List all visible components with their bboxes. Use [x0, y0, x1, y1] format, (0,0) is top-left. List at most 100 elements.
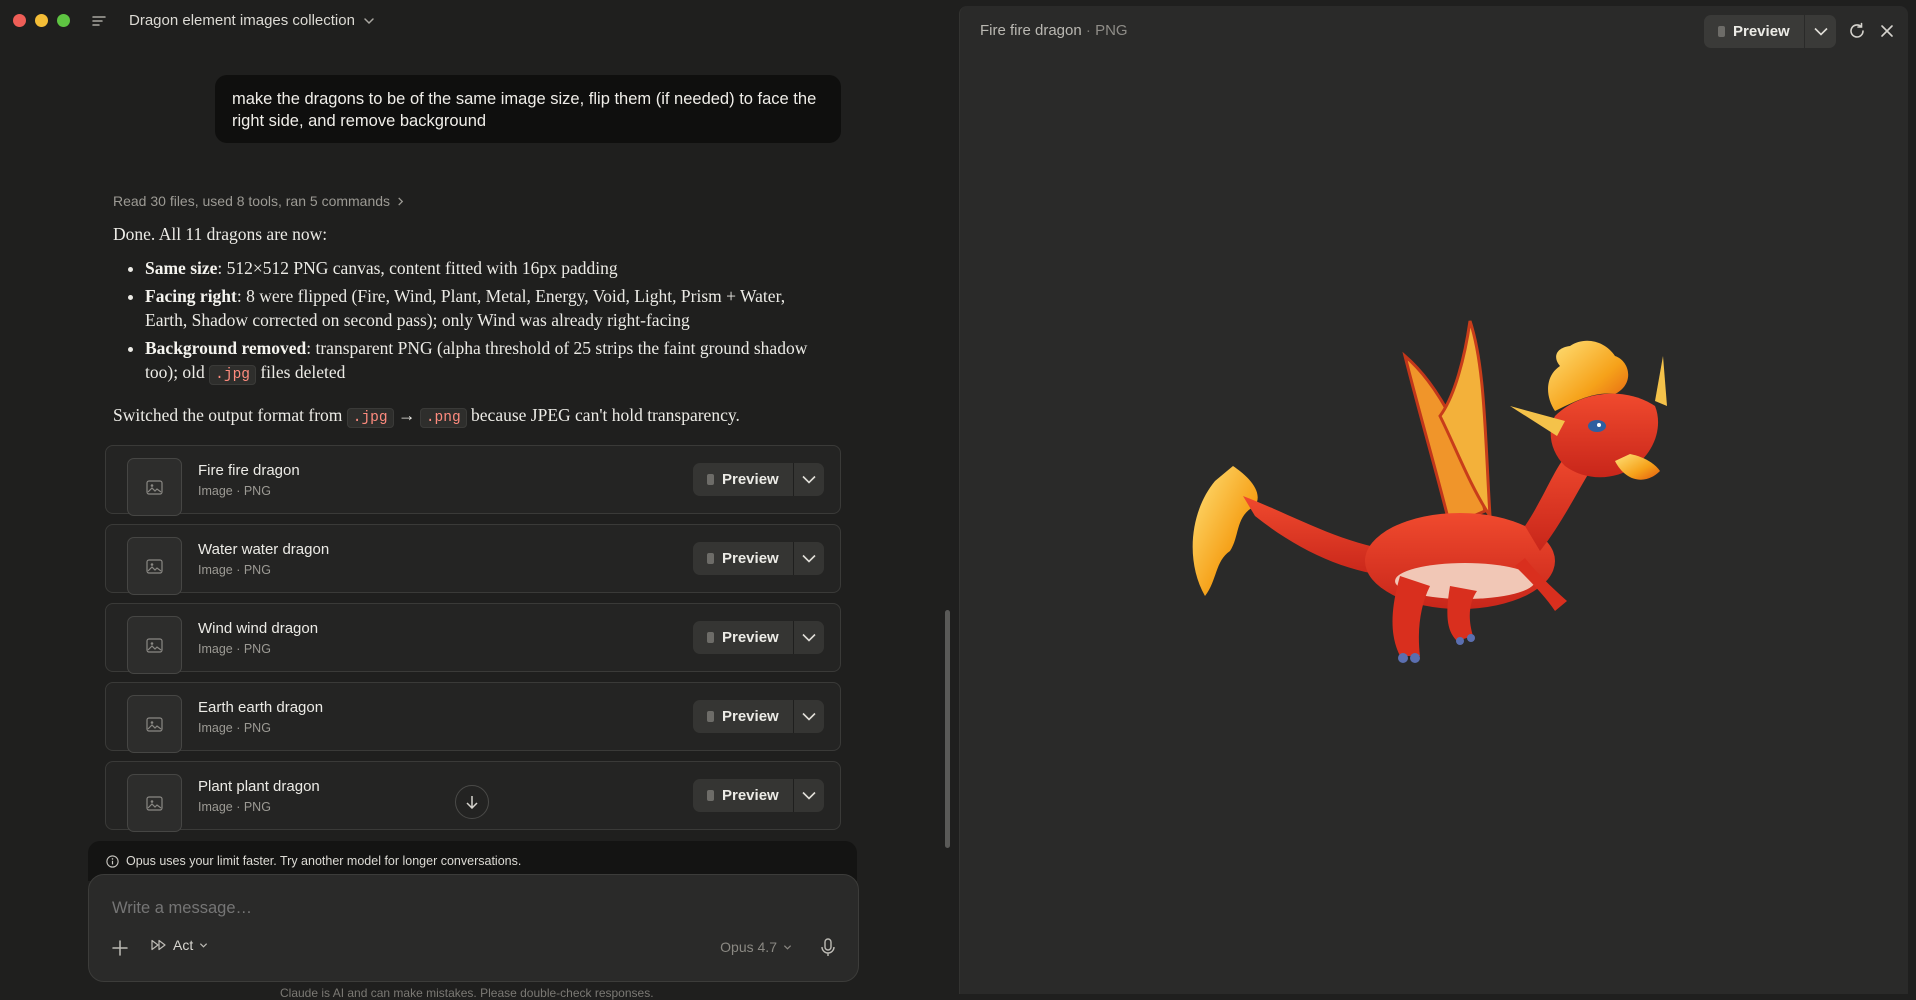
dragon-image — [1192, 320, 1667, 663]
minimize-window-button[interactable] — [35, 14, 48, 27]
file-card[interactable]: Wind wind dragon Image · PNG Preview — [105, 603, 841, 674]
file-meta: Image · PNG — [198, 800, 271, 814]
chat-title: Dragon element images collection — [129, 12, 355, 29]
scrollbar[interactable] — [945, 610, 950, 848]
file-name: Plant plant dragon — [198, 778, 320, 795]
model-selector[interactable]: Opus 4.7 — [720, 939, 792, 955]
app-icon — [707, 711, 714, 722]
preview-label: Preview — [722, 471, 779, 488]
chat-title-dropdown[interactable]: Dragon element images collection — [129, 12, 375, 29]
file-thumbnail — [127, 695, 182, 753]
app-icon — [1718, 26, 1725, 37]
message-composer: Act Opus 4.7 — [88, 874, 859, 982]
preview-pane: Fire fire dragon · PNG Preview — [959, 6, 1908, 994]
preview-button[interactable]: Preview — [1704, 15, 1805, 48]
list-item: Background removed: transparent PNG (alp… — [145, 336, 813, 387]
switched-text: because JPEG can't hold transparency. — [466, 405, 740, 425]
info-icon — [106, 854, 119, 868]
separator: · — [1085, 22, 1091, 39]
mic-icon[interactable] — [820, 938, 836, 957]
image-icon — [146, 558, 163, 574]
file-meta: Image · PNG — [198, 721, 271, 735]
inline-code: .jpg — [209, 365, 256, 385]
arrow-down-icon — [466, 796, 478, 809]
file-name: Water water dragon — [198, 541, 330, 558]
preview-label: Preview — [722, 550, 779, 567]
preview-button[interactable]: Preview — [693, 542, 794, 575]
disclaimer: Claude is AI and can make mistakes. Plea… — [280, 986, 654, 1000]
inline-code: .png — [419, 408, 467, 428]
chevron-down-icon — [802, 475, 816, 484]
refresh-icon[interactable] — [1848, 22, 1866, 40]
bullet-text: : 8 were flipped (Fire, Wind, Plant, Met… — [145, 286, 786, 330]
fast-forward-icon — [151, 939, 166, 951]
chat-pane: Dragon element images collection make th… — [0, 0, 958, 1000]
preview-label: Preview — [722, 629, 779, 646]
list-item: Facing right: 8 were flipped (Fire, Wind… — [145, 284, 813, 332]
file-card[interactable]: Water water dragon Image · PNG Preview — [105, 524, 841, 595]
preview-label: Preview — [722, 787, 779, 804]
file-thumbnail — [127, 616, 182, 674]
preview-button-group: Preview — [693, 700, 824, 733]
file-thumbnail — [127, 537, 182, 595]
app-icon — [707, 474, 714, 485]
menu-icon[interactable] — [92, 15, 106, 27]
add-attachment-button[interactable] — [111, 939, 129, 957]
app-icon — [707, 553, 714, 564]
image-icon — [146, 637, 163, 653]
preview-button-group: Preview — [693, 463, 824, 496]
file-meta: Image · PNG — [198, 484, 271, 498]
chevron-down-icon — [802, 791, 816, 800]
reply-list: Same size: 512×512 PNG canvas, content f… — [113, 256, 813, 387]
chevron-down-icon — [783, 944, 792, 950]
file-meta: Image · PNG — [198, 563, 271, 577]
bullet-heading: Facing right — [145, 286, 237, 306]
chevron-down-icon — [802, 554, 816, 563]
preview-button[interactable]: Preview — [693, 779, 794, 812]
preview-options-button[interactable] — [794, 621, 824, 654]
preview-file-type: PNG — [1095, 22, 1128, 39]
preview-label: Preview — [1733, 23, 1790, 40]
maximize-window-button[interactable] — [57, 14, 70, 27]
tools-summary[interactable]: Read 30 files, used 8 tools, ran 5 comma… — [113, 193, 405, 209]
message-input[interactable] — [110, 898, 814, 919]
preview-button-group: Preview — [693, 621, 824, 654]
file-thumbnail — [127, 458, 182, 516]
preview-button[interactable]: Preview — [693, 700, 794, 733]
preview-button[interactable]: Preview — [693, 621, 794, 654]
app-icon — [707, 790, 714, 801]
preview-options-button[interactable] — [1805, 15, 1836, 48]
preview-button-group: Preview — [693, 779, 824, 812]
list-item: Same size: 512×512 PNG canvas, content f… — [145, 256, 813, 280]
chevron-down-icon — [200, 942, 208, 948]
user-message: make the dragons to be of the same image… — [215, 75, 841, 143]
preview-label: Preview — [722, 708, 779, 725]
chevron-down-icon — [802, 633, 816, 642]
preview-button[interactable]: Preview — [693, 463, 794, 496]
chevron-down-icon — [802, 712, 816, 721]
file-card[interactable]: Fire fire dragon Image · PNG Preview — [105, 445, 841, 516]
file-name: Fire fire dragon — [198, 462, 300, 479]
file-meta: Image · PNG — [198, 642, 271, 656]
bullet-text: files deleted — [255, 362, 346, 382]
close-icon[interactable] — [1880, 24, 1894, 38]
arrow-text: → — [393, 405, 420, 425]
file-list: Fire fire dragon Image · PNG Preview Wat… — [105, 445, 841, 840]
scroll-to-bottom-button[interactable] — [455, 785, 489, 819]
file-card[interactable]: Earth earth dragon Image · PNG Preview — [105, 682, 841, 753]
preview-file-name: Fire fire dragon — [980, 22, 1082, 39]
image-icon — [146, 479, 163, 495]
preview-options-button[interactable] — [794, 542, 824, 575]
bullet-heading: Same size — [145, 258, 218, 278]
close-window-button[interactable] — [13, 14, 26, 27]
preview-options-button[interactable] — [794, 700, 824, 733]
model-label: Opus 4.7 — [720, 939, 777, 955]
image-icon — [146, 716, 163, 732]
preview-options-button[interactable] — [794, 463, 824, 496]
mode-selector[interactable]: Act — [151, 937, 208, 953]
file-name: Earth earth dragon — [198, 699, 324, 716]
preview-options-button[interactable] — [794, 779, 824, 812]
mode-label: Act — [173, 937, 194, 953]
image-icon — [146, 795, 163, 811]
reply-intro: Done. All 11 dragons are now: — [113, 224, 328, 244]
